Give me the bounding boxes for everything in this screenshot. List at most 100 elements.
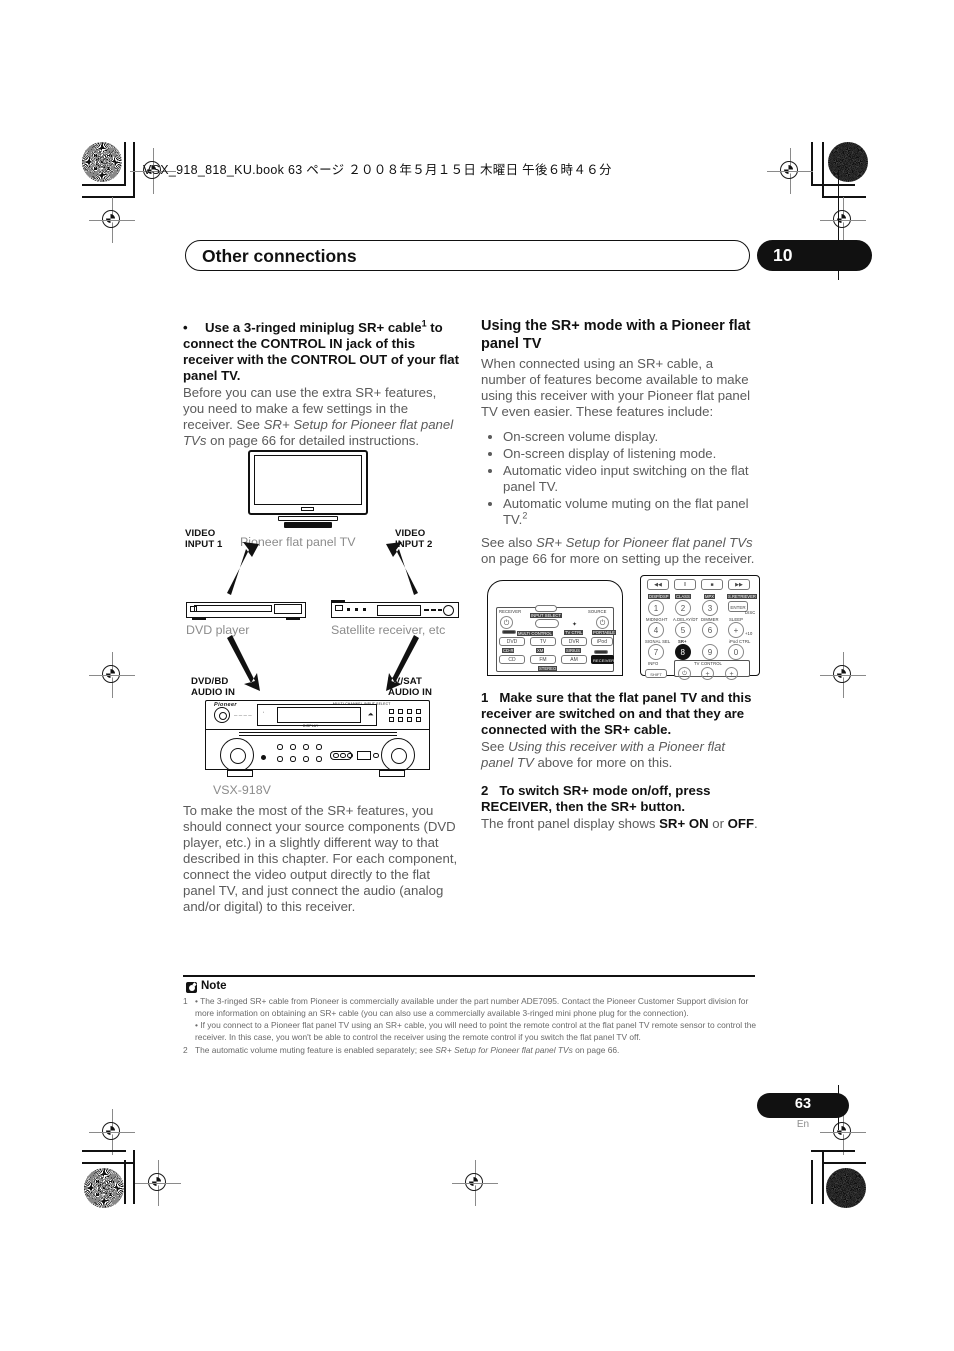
registration-mark-bl bbox=[135, 1160, 181, 1206]
registration-mark-tr bbox=[767, 148, 813, 194]
remote-key-ipod[interactable]: iPod bbox=[591, 637, 613, 646]
tv-stand-neck bbox=[278, 516, 338, 521]
receiver-btn-a1 bbox=[277, 744, 283, 750]
registration-mark-left-mid bbox=[89, 652, 135, 698]
remote-mpx-label: MPX bbox=[704, 594, 716, 599]
receiver-jack-3 bbox=[347, 752, 353, 758]
crop-mark-tr-h2 bbox=[822, 196, 866, 198]
remote-key-3[interactable]: 3 bbox=[702, 600, 718, 616]
crop-mark-tr-h bbox=[811, 184, 855, 186]
feature-text: On-screen volume display. bbox=[503, 429, 659, 445]
remote-key-am[interactable]: AM bbox=[561, 655, 587, 664]
registration-mark-br bbox=[452, 1160, 498, 1206]
remote-portable-label: PORTABLE bbox=[592, 630, 616, 635]
left-bullet-bold: Use a 3-ringed miniplug SR+ cable bbox=[205, 320, 422, 335]
remote-key-1[interactable]: 1 bbox=[648, 600, 664, 616]
note-1-paragraph-1: • The 3-ringed SR+ cable from Pioneer is… bbox=[195, 996, 749, 1018]
remote-key-rew[interactable]: ◀◀ bbox=[647, 579, 669, 590]
receiver-grid-7 bbox=[407, 717, 412, 722]
note-divider bbox=[183, 975, 755, 978]
note-2-text-1: The automatic volume muting feature is e… bbox=[195, 1044, 436, 1055]
remote-key-8-label: 8 bbox=[680, 648, 686, 657]
remote-key-7[interactable]: 7 bbox=[648, 644, 664, 660]
remote-disc-label: DISC bbox=[745, 610, 756, 615]
left-column: • Use a 3-ringed miniplug SR+ cable1 to c… bbox=[183, 319, 461, 458]
remote-input-rocker bbox=[535, 619, 559, 628]
crop-mark-br-h2 bbox=[822, 1162, 866, 1164]
remote-key-pause[interactable]: ‖ bbox=[674, 579, 696, 590]
av-receiver-illustration: Pioneer — — — — DISPLAY ♩ ◢◣ MULTI-CHANN… bbox=[205, 700, 430, 778]
dvd-audio-in-line2: AUDIO IN bbox=[191, 686, 235, 698]
tvsat-audio-in-line1: TV/SAT bbox=[388, 676, 422, 687]
remote-input-select-label: INPUT SELECT bbox=[530, 613, 562, 618]
remote-key-dvd[interactable]: DVD bbox=[499, 637, 525, 646]
receiver-foot-left bbox=[227, 770, 253, 777]
list-item: Automatic volume muting on the flat pane… bbox=[503, 496, 759, 528]
see-also-1: See also bbox=[481, 535, 536, 551]
flat-panel-tv-illustration bbox=[248, 450, 368, 528]
page-language: En bbox=[796, 1119, 810, 1130]
remote-shift-key[interactable]: SHIFT bbox=[645, 669, 667, 678]
receiver-btn-b1 bbox=[277, 756, 283, 762]
remote-tv-power-icon[interactable]: ⏻ bbox=[678, 667, 691, 680]
remote-tv-vol-plus[interactable]: + bbox=[725, 667, 738, 680]
remote-receiver-label: RECEIVER bbox=[499, 609, 522, 614]
note-body: 1 • The 3-ringed SR+ cable from Pioneer … bbox=[183, 996, 761, 1057]
remote-key-dvr[interactable]: DVR bbox=[561, 637, 587, 646]
receiver-standby-text: — — — — bbox=[234, 713, 252, 717]
registration-mark-right-upper bbox=[820, 197, 866, 243]
sat-display bbox=[377, 604, 421, 616]
feature-text: Automatic volume muting on the flat pane… bbox=[503, 496, 749, 528]
video-input-2-label: VIDEO INPUT 2 bbox=[395, 528, 432, 550]
receiver-power-button bbox=[214, 707, 230, 723]
receiver-right-text: ◢◣ bbox=[368, 712, 374, 716]
section-heading: Using the SR+ mode with a Pioneer flat p… bbox=[481, 318, 751, 352]
tv-control-button bbox=[301, 507, 314, 511]
remote-key-5[interactable]: 5 bbox=[675, 622, 691, 638]
remote-key-9[interactable]: 9 bbox=[702, 644, 718, 660]
chapter-number-badge: 10 bbox=[757, 240, 872, 271]
chapter-number: 10 bbox=[773, 245, 793, 265]
step-1-heading: 1 Make sure that the flat panel TV and t… bbox=[481, 690, 759, 738]
receiver-jack-1 bbox=[333, 752, 339, 758]
tv-stand-base bbox=[284, 522, 332, 528]
step-2-bold: To switch SR+ mode on/off, press RECEIVE… bbox=[481, 782, 711, 814]
rosette-mark-bottom-left bbox=[84, 1168, 124, 1208]
remote-key-6[interactable]: 6 bbox=[702, 622, 718, 638]
receiver-grid-5 bbox=[389, 717, 394, 722]
note-2-text-2: on page 66. bbox=[572, 1044, 620, 1055]
crop-mark-br-v2 bbox=[822, 1150, 824, 1204]
dvd-display bbox=[274, 604, 302, 614]
rosette-mark-top-right bbox=[828, 142, 868, 182]
step-2-body: The front panel display shows SR+ ON or … bbox=[481, 816, 759, 832]
receiver-grid-3 bbox=[407, 709, 412, 714]
feature-text: Automatic video input switching on the f… bbox=[503, 463, 749, 495]
right-intro-paragraph: When connected using an SR+ cable, a num… bbox=[481, 356, 751, 420]
remote-key-tv[interactable]: TV bbox=[530, 637, 556, 646]
remote-key-stop[interactable]: ■ bbox=[701, 579, 723, 590]
feature-list: On-screen volume display. On-screen disp… bbox=[481, 429, 759, 528]
chapter-title-bar: Other connections bbox=[185, 240, 750, 271]
remote-key-4[interactable]: 4 bbox=[648, 622, 664, 638]
note-1-number: 1 bbox=[183, 996, 188, 1006]
remote-control-illustrations: RECEIVER SOURCE ⏻ ⏻ INPUT SELECT ✦ MULTI… bbox=[481, 575, 761, 680]
remote-key-fwd[interactable]: ▶▶ bbox=[728, 579, 750, 590]
note-1-paragraph-2: • If you connect to a Pioneer flat panel… bbox=[195, 1019, 757, 1042]
remote-key-plus10[interactable]: + bbox=[728, 622, 744, 638]
crop-mark-tl-h bbox=[82, 184, 126, 186]
remote-key-cd[interactable]: CD bbox=[499, 655, 525, 664]
remote-key-0[interactable]: 0 bbox=[728, 644, 744, 660]
dvd-tray bbox=[194, 605, 272, 612]
remote-tv-ch-plus[interactable]: + bbox=[701, 667, 714, 680]
remote-key-2[interactable]: 2 bbox=[675, 600, 691, 616]
remote-tv-control-label: TV CONTROL bbox=[694, 661, 722, 666]
dvd-audio-in-line1: DVD/BD bbox=[191, 676, 229, 687]
note-2-text-italic: SR+ Setup for Pioneer flat panel TVs bbox=[435, 1044, 573, 1055]
note-2-number: 2 bbox=[183, 1044, 188, 1055]
remote-adelay-label: A.DELAY/DT bbox=[673, 617, 699, 622]
step-1-body-2: above for more on this. bbox=[533, 754, 673, 770]
receiver-volume-knob-right bbox=[381, 738, 415, 772]
list-item: On-screen display of listening mode. bbox=[503, 446, 759, 462]
remote-key-fm[interactable]: FM bbox=[530, 655, 556, 664]
receiver-btn-a4 bbox=[316, 744, 322, 750]
